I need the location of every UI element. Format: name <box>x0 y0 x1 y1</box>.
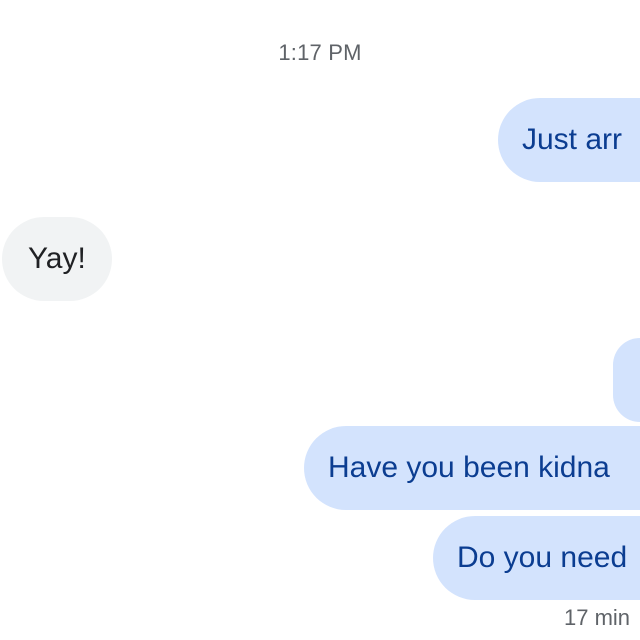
message-status: 17 min <box>564 605 631 630</box>
outgoing-message-bubble[interactable]: Have you been kidna <box>304 426 640 510</box>
incoming-message-bubble[interactable]: Yay! <box>2 217 112 301</box>
message-timestamp: 1:17 PM <box>278 40 362 65</box>
message-text: Just arr <box>522 123 623 156</box>
message-text: Yay! <box>28 242 86 275</box>
outgoing-message-bubble[interactable] <box>613 338 640 422</box>
message-text: Have you been kidna <box>328 451 610 484</box>
message-text: Do you need <box>457 541 628 574</box>
outgoing-message-bubble[interactable]: Just arr <box>498 98 640 182</box>
message-thread: 1:17 PM Just arr Yay! Have you been kidn… <box>0 0 640 640</box>
outgoing-message-bubble[interactable]: Do you need <box>433 516 640 600</box>
